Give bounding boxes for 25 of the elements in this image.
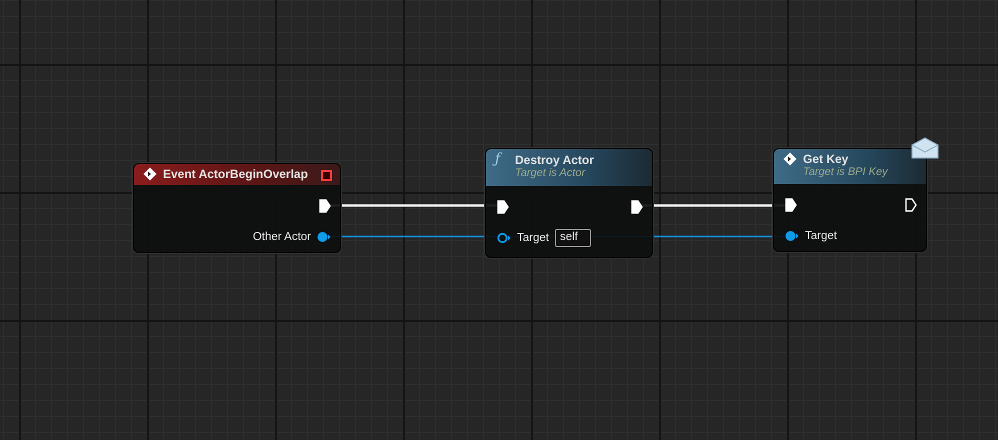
function-icon: ƒ <box>495 152 509 167</box>
pin-label: Target <box>517 232 549 244</box>
exec-pin[interactable] <box>785 198 797 212</box>
pin-label: Other Actor <box>252 230 311 242</box>
graph-node[interactable]: Get Key Target is BPI Key Target <box>773 148 927 252</box>
data-pin[interactable] <box>497 232 511 244</box>
event-icon <box>783 152 797 166</box>
data-pin[interactable] <box>317 230 331 242</box>
node-subtitle: Target is Actor <box>514 167 586 179</box>
graph-node[interactable]: Event ActorBeginOverlap Other Actor <box>133 163 341 253</box>
exec-pin[interactable] <box>497 200 509 214</box>
pin-label: Target <box>805 230 837 242</box>
envelope-icon <box>911 137 939 159</box>
event-icon <box>143 167 157 181</box>
node-title: Event ActorBeginOverlap <box>163 167 308 181</box>
exec-pin[interactable] <box>905 198 917 212</box>
graph-node[interactable]: ƒ Destroy Actor Target is Actor Target self <box>485 148 653 258</box>
data-pin[interactable] <box>785 230 799 242</box>
node-title: Get Key <box>803 152 848 166</box>
exec-pin[interactable] <box>631 200 643 214</box>
default-value-field[interactable]: self <box>554 228 591 246</box>
node-subtitle: Target is BPI Key <box>802 166 889 178</box>
node-title: Destroy Actor <box>515 152 594 166</box>
delegate-pin[interactable] <box>321 170 332 181</box>
exec-pin[interactable] <box>319 198 331 212</box>
